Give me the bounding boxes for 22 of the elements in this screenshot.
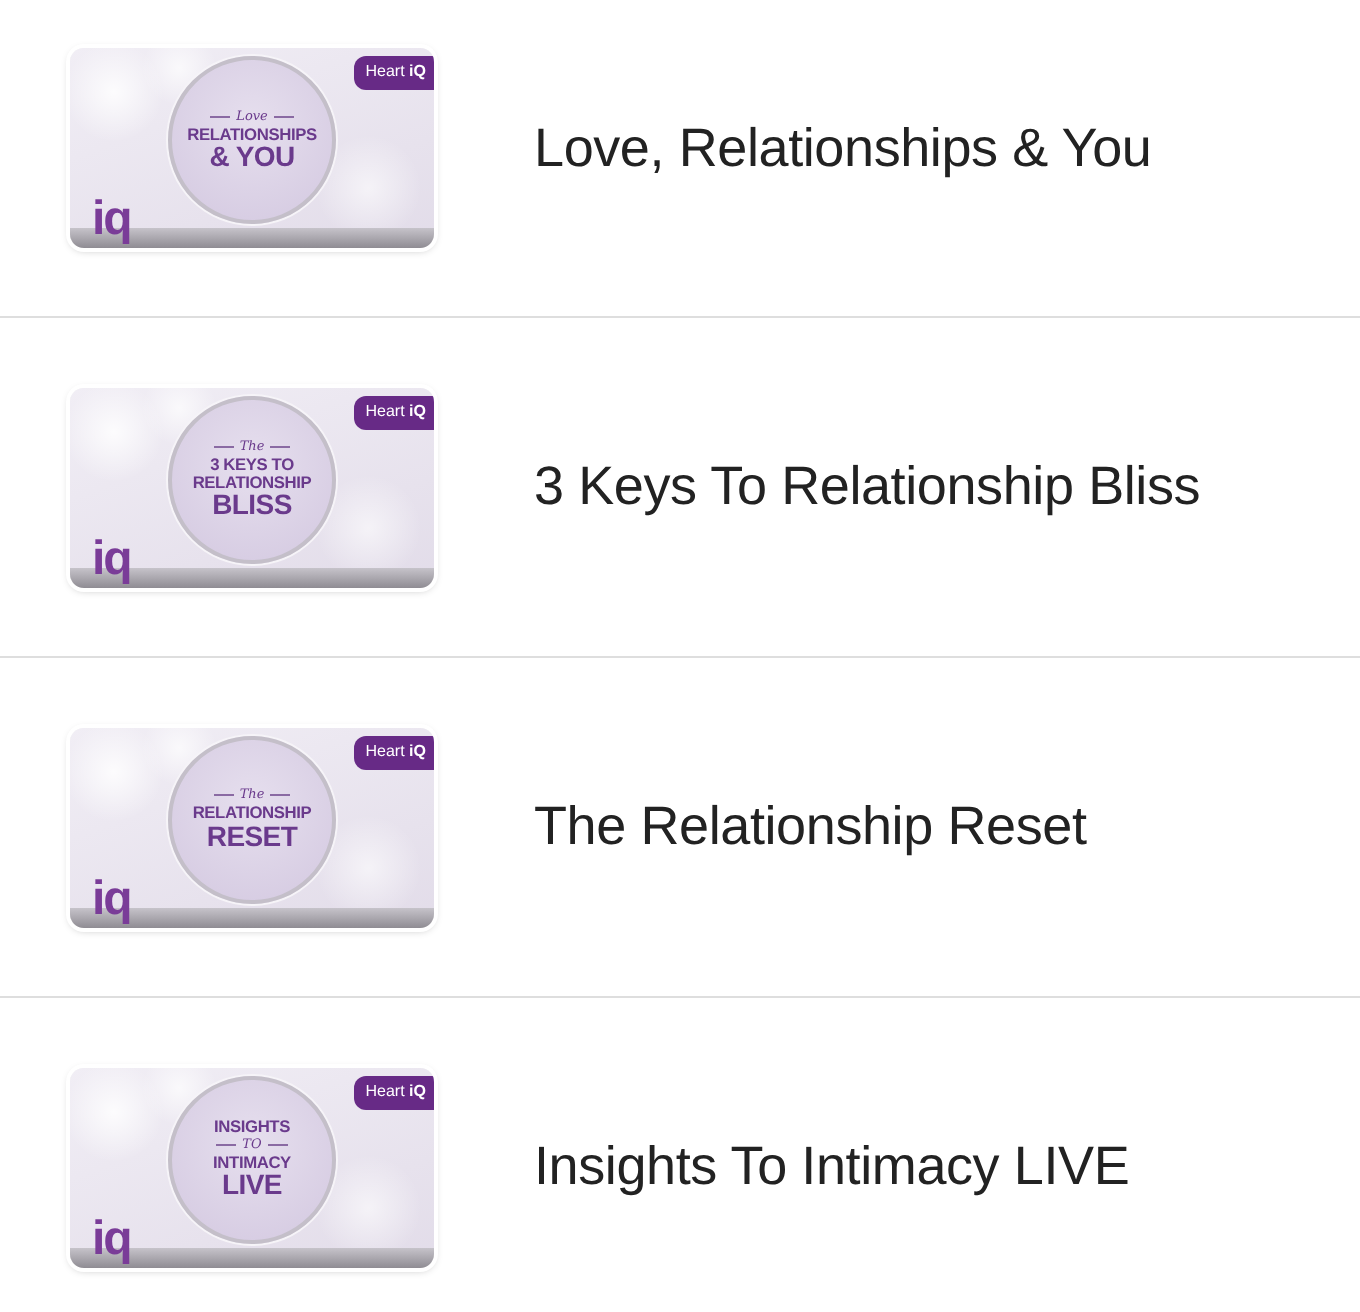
corner-logo: iq (92, 1215, 131, 1263)
thumbnail-heading: RELATIONSHIP (192, 804, 312, 822)
thumbnail-heading: & YOU (209, 142, 295, 173)
brand-badge: Heart iQ (353, 735, 434, 769)
thumbnail-heading: INTIMACY (213, 1153, 291, 1171)
thumbnail-heading: INSIGHTS (214, 1117, 290, 1136)
corner-logo: iq (92, 196, 131, 244)
brand-badge: Heart iQ (353, 56, 434, 90)
thumbnail-heading: BLISS (212, 490, 292, 521)
corner-logo: iq (92, 535, 131, 583)
course-title[interactable]: 3 Keys To Relationship Bliss (534, 446, 1201, 528)
course-title[interactable]: The Relationship Reset (534, 786, 1087, 868)
thumbnail-heading: RELATIONSHIPS (187, 125, 317, 143)
corner-logo: iq (92, 875, 131, 923)
brand-badge: Heart iQ (353, 1075, 434, 1109)
thumbnail-heading: RELATIONSHIP (192, 473, 312, 491)
course-title[interactable]: Insights To Intimacy LIVE (534, 1126, 1130, 1208)
thumbnail-heading: LIVE (222, 1170, 282, 1201)
thumbnail-heading: RESET (206, 821, 298, 852)
brand-badge: Heart iQ (353, 395, 434, 429)
course-title[interactable]: Love, Relationships & You (534, 107, 1152, 189)
thumbnail-heading: 3 KEYS TO (210, 455, 294, 474)
